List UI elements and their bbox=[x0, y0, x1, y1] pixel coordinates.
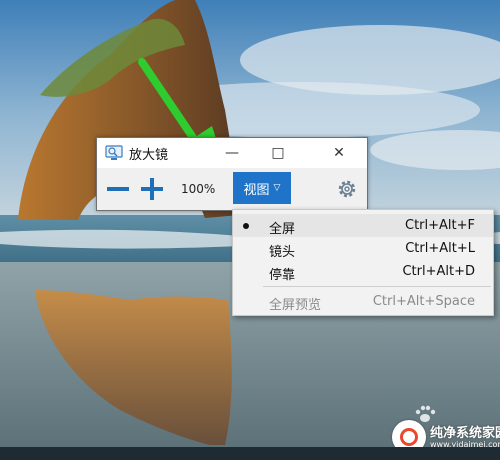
taskbar bbox=[0, 447, 500, 460]
watermark-text: 纯净系统家园 bbox=[430, 426, 500, 441]
menu-item-shortcut: Ctrl+Alt+Space bbox=[372, 294, 475, 309]
view-button-label: 视图 bbox=[243, 182, 270, 198]
magnifier-app-icon bbox=[105, 145, 123, 160]
plus-icon bbox=[141, 178, 163, 200]
magnifier-window: 放大镜 — □ ✕ 100% 视图 ▽ bbox=[96, 137, 368, 211]
settings-button[interactable] bbox=[333, 174, 361, 204]
menu-item-fullscreen[interactable]: 全屏 Ctrl+Alt+F bbox=[233, 214, 493, 237]
view-dropdown-menu: 全屏 Ctrl+Alt+F 镜头 Ctrl+Alt+L 停靠 Ctrl+Alt+… bbox=[232, 209, 494, 316]
selected-bullet-icon bbox=[243, 223, 249, 229]
menu-item-lens[interactable]: 镜头 Ctrl+Alt+L bbox=[233, 237, 493, 260]
menu-item-shortcut: Ctrl+Alt+L bbox=[405, 241, 475, 256]
maximize-button[interactable]: □ bbox=[255, 138, 301, 168]
view-button[interactable]: 视图 ▽ bbox=[233, 172, 291, 204]
chevron-down-icon: ▽ bbox=[273, 183, 281, 193]
menu-item-label: 全屏 bbox=[269, 222, 296, 237]
menu-item-shortcut: Ctrl+Alt+F bbox=[405, 218, 475, 233]
menu-item-shortcut: Ctrl+Alt+D bbox=[402, 264, 475, 279]
menu-item-label: 全屏预览 bbox=[269, 298, 322, 313]
zoom-out-button[interactable] bbox=[103, 174, 133, 204]
minimize-button[interactable]: — bbox=[209, 138, 255, 168]
menu-item-docked[interactable]: 停靠 Ctrl+Alt+D bbox=[233, 260, 493, 283]
menu-item-label: 镜头 bbox=[269, 245, 296, 260]
minus-icon bbox=[107, 187, 129, 191]
title-bar[interactable]: 放大镜 — □ ✕ bbox=[97, 138, 367, 168]
gear-icon bbox=[338, 180, 356, 198]
zoom-level: 100% bbox=[181, 182, 216, 196]
magnifier-toolbar: 100% 视图 ▽ bbox=[97, 168, 367, 210]
menu-item-fullscreen-preview: 全屏预览 Ctrl+Alt+Space bbox=[233, 290, 493, 313]
zoom-in-button[interactable] bbox=[137, 174, 167, 204]
close-button[interactable]: ✕ bbox=[311, 138, 367, 168]
menu-separator bbox=[263, 286, 491, 287]
window-title: 放大镜 bbox=[129, 148, 169, 163]
menu-item-label: 停靠 bbox=[269, 268, 296, 283]
